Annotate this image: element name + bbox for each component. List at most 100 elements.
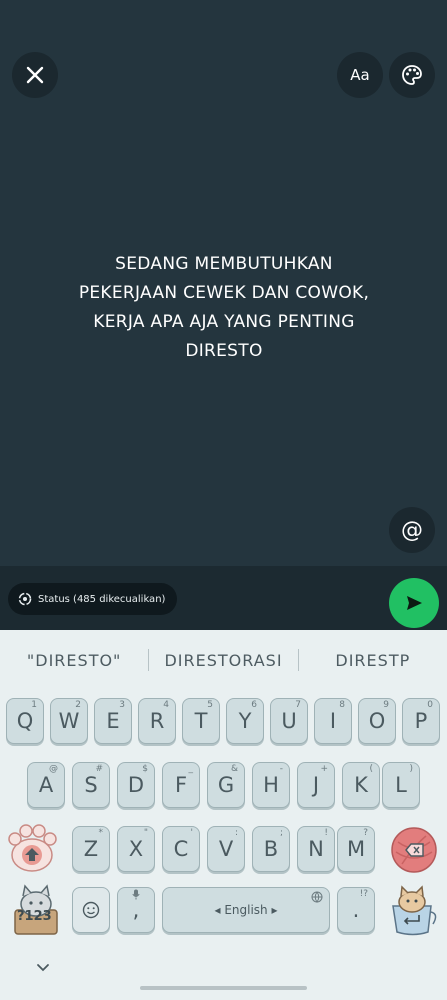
key-hint: !? — [359, 889, 368, 899]
key-k[interactable]: (K — [342, 762, 380, 808]
yarn-backspace-icon — [391, 827, 437, 873]
key-label: U — [281, 709, 297, 733]
mic-icon — [132, 889, 140, 903]
font-style-button[interactable]: Aa — [337, 52, 383, 98]
at-icon: @ — [401, 517, 423, 543]
key-x[interactable]: " X — [117, 826, 155, 872]
key-p[interactable]: 0P — [402, 698, 440, 744]
key-hint: ? — [363, 828, 368, 838]
key-hint: - — [279, 764, 283, 774]
chevron-down-icon — [37, 964, 49, 972]
key-label: Z — [83, 837, 99, 861]
send-icon — [407, 596, 422, 610]
key-label: K — [354, 773, 368, 797]
key-hint: @ — [49, 764, 58, 774]
key-label: R — [149, 709, 165, 733]
symbols-label: ?123 — [17, 909, 52, 924]
mention-button[interactable]: @ — [389, 507, 435, 553]
key-label: W — [58, 709, 80, 733]
key-hint: _ — [188, 764, 194, 774]
comma-key[interactable]: , — [117, 887, 155, 933]
key-label: E — [106, 709, 120, 733]
keyboard: "DIRESTO" DIRESTORASI DIRESTP 1Q 2W 3E 4… — [0, 630, 447, 1000]
key-h[interactable]: -H — [252, 762, 290, 808]
key-n[interactable]: ! N — [297, 826, 335, 872]
suggestion-item[interactable]: DIRESTORASI — [149, 651, 297, 670]
period-key[interactable]: !? . — [337, 887, 375, 933]
key-i[interactable]: 8I — [314, 698, 352, 744]
space-label: ◂ English ▸ — [214, 903, 278, 917]
key-s[interactable]: # S — [72, 762, 110, 808]
key-label: C — [173, 837, 189, 861]
key-label: P — [414, 709, 428, 733]
key-r[interactable]: 4R — [138, 698, 176, 744]
key-t[interactable]: 5T — [182, 698, 220, 744]
key-hint: * — [98, 828, 104, 838]
audience-selector[interactable]: Status (485 dikecualikan) — [8, 583, 178, 615]
key-q[interactable]: 1Q — [6, 698, 44, 744]
key-l[interactable]: ) L — [382, 762, 420, 808]
key-c[interactable]: ' C — [162, 826, 200, 872]
key-hint: 2 — [75, 700, 81, 710]
status-text-line: KERJA APA AJA YANG PENTING — [93, 312, 355, 332]
enter-key[interactable] — [386, 882, 442, 938]
close-icon — [26, 66, 44, 84]
key-label: T — [194, 709, 208, 733]
backspace-key[interactable] — [386, 823, 442, 877]
audience-label: Status (485 dikecualikan) — [38, 593, 166, 605]
key-e[interactable]: 3E — [94, 698, 132, 744]
send-button[interactable] — [389, 578, 439, 628]
key-d[interactable]: $ D — [117, 762, 155, 808]
status-text-line: DIRESTO — [185, 341, 263, 361]
close-button[interactable] — [12, 52, 58, 98]
key-hint: : — [234, 828, 238, 838]
key-y[interactable]: 6Y — [226, 698, 264, 744]
key-v[interactable]: :V — [207, 826, 245, 872]
key-label: Y — [238, 709, 252, 733]
shift-key[interactable] — [4, 822, 60, 876]
key-g[interactable]: & G — [207, 762, 245, 808]
key-hint: " — [143, 828, 148, 838]
key-b[interactable]: ; B — [252, 826, 290, 872]
hide-keyboard-button[interactable] — [36, 961, 54, 973]
key-hint: # — [95, 764, 103, 774]
cat-cup-enter-icon — [392, 885, 437, 936]
key-label: X — [128, 837, 144, 861]
key-w[interactable]: 2W — [50, 698, 88, 744]
background-color-button[interactable] — [389, 52, 435, 98]
key-hint: 0 — [427, 700, 433, 710]
key-label: B — [263, 837, 279, 861]
status-bottom-bar: Status (485 dikecualikan) — [0, 566, 447, 630]
key-label: V — [218, 837, 234, 861]
smiley-icon — [82, 901, 100, 919]
key-label: O — [368, 709, 386, 733]
emoji-key[interactable] — [72, 887, 110, 933]
key-hint: 8 — [339, 700, 345, 710]
key-a[interactable]: @ A — [27, 762, 65, 808]
space-key[interactable]: ◂ English ▸ — [162, 887, 330, 933]
paw-shift-icon — [8, 824, 57, 872]
key-label: Q — [16, 709, 34, 733]
status-text-line: PEKERJAAN CEWEK DAN COWOK, — [78, 283, 370, 303]
key-u[interactable]: 7U — [270, 698, 308, 744]
status-ring-icon — [18, 592, 32, 606]
status-text[interactable]: SEDANG MEMBUTUHKAN PEKERJAAN CEWEK DAN C… — [24, 250, 424, 366]
status-text-line: SEDANG MEMBUTUHKAN — [115, 254, 333, 274]
key-hint: & — [230, 764, 238, 774]
symbols-key[interactable]: ?123 — [8, 882, 64, 938]
key-m[interactable]: ? M — [337, 826, 375, 872]
key-label: A — [38, 773, 54, 797]
suggestion-item[interactable]: "DIRESTO" — [0, 651, 148, 670]
globe-icon — [311, 891, 323, 906]
key-hint: ; — [279, 828, 283, 838]
key-j[interactable]: + J — [297, 762, 335, 808]
key-label: . — [352, 898, 360, 922]
key-z[interactable]: * Z — [72, 826, 110, 872]
key-hint: $ — [142, 764, 148, 774]
key-hint: ( — [369, 764, 373, 774]
suggestion-item[interactable]: DIRESTP — [299, 651, 447, 670]
key-label: D — [127, 773, 145, 797]
key-f[interactable]: _ F — [162, 762, 200, 808]
key-o[interactable]: 9O — [358, 698, 396, 744]
key-label: H — [263, 773, 279, 797]
